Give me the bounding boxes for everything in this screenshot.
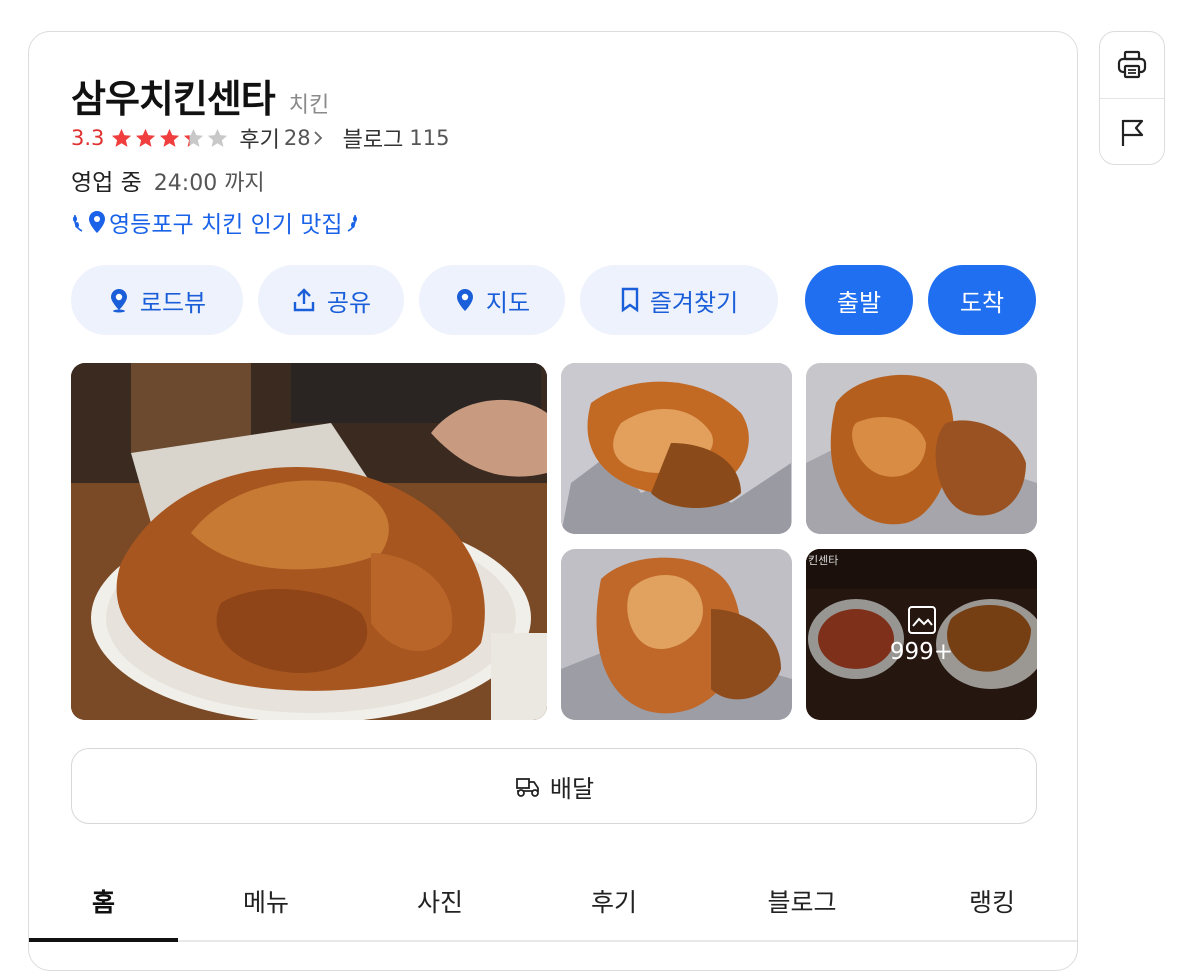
tab-photos[interactable]: 사진: [365, 862, 515, 940]
tab-label: 사진: [416, 888, 463, 917]
tab-label: 메뉴: [242, 888, 289, 917]
blog-link[interactable]: 블로그 115: [343, 122, 450, 154]
tab-home[interactable]: 홈: [29, 862, 178, 942]
place-card: 삼우치킨센타 치킨 3.3 후기 28 블로그 115 영업 중 24:00 까…: [28, 31, 1078, 971]
favorite-label: 즐겨찾기: [649, 288, 739, 317]
more-photos-overlay: 999+: [806, 549, 1037, 720]
roadview-icon: [110, 289, 127, 313]
tab-blog[interactable]: 블로그: [727, 862, 877, 940]
blog-count: 115: [409, 126, 450, 150]
closing-time: 24:00 까지: [153, 171, 265, 196]
arrive-label: 도착: [959, 288, 1005, 317]
printer-icon: [1117, 50, 1147, 79]
flag-icon: [1121, 119, 1144, 146]
map-button[interactable]: 지도: [419, 265, 565, 335]
roadview-label: 로드뷰: [139, 288, 207, 317]
fried-chicken-photo: [71, 363, 547, 720]
chicken-on-foil-photo: [561, 549, 792, 720]
share-icon: [293, 288, 315, 312]
laurel-right-icon: [347, 214, 357, 232]
star-icon: [136, 128, 156, 147]
reviews-label: 후기: [239, 128, 280, 153]
chicken-on-foil-photo: [561, 363, 792, 534]
map-pin-icon: [456, 289, 473, 311]
map-label: 지도: [485, 288, 531, 317]
star-half-icon: [184, 128, 204, 147]
chevron-right-icon: [313, 131, 322, 145]
tab-label: 후기: [590, 888, 637, 917]
place-category: 치킨: [288, 93, 330, 118]
star-icon: [112, 128, 132, 147]
rating-stars: [110, 127, 229, 150]
photo-thumbnail-3[interactable]: [561, 549, 792, 720]
tab-bar: 홈 메뉴 사진 후기 블로그 랭킹: [29, 862, 1077, 942]
print-button[interactable]: [1100, 32, 1164, 98]
delivery-label: 배달: [549, 774, 595, 803]
blog-label: 블로그: [342, 128, 404, 153]
favorite-button[interactable]: 즐겨찾기: [580, 265, 778, 335]
photo-thumbnail-more[interactable]: 999+ 킨센타: [806, 549, 1037, 720]
tab-reviews[interactable]: 후기: [539, 862, 689, 940]
laurel-left-icon: [73, 214, 83, 232]
star-empty-icon: [208, 128, 228, 147]
place-name: 삼우치킨센타: [71, 77, 276, 121]
tab-menu[interactable]: 메뉴: [191, 862, 341, 940]
reviews-count: 28: [283, 126, 311, 150]
tab-label: 랭킹: [968, 888, 1015, 917]
roadview-button[interactable]: 로드뷰: [71, 265, 243, 335]
photo-watermark: 킨센타: [808, 554, 839, 567]
popular-badge[interactable]: 영등포구 치킨 인기 맛집: [71, 205, 359, 239]
badge-label: 영등포구 치킨 인기 맛집: [109, 212, 343, 238]
map-pin-icon: [89, 211, 105, 233]
title-row: 삼우치킨센타 치킨: [71, 68, 329, 123]
tab-ranking[interactable]: 랭킹: [917, 862, 1067, 940]
action-buttons: 로드뷰 공유 지도 즐겨찾기 출발 도착: [71, 265, 1036, 335]
depart-button[interactable]: 출발: [805, 265, 913, 335]
delivery-scooter-icon: [516, 778, 539, 797]
reviews-link[interactable]: 후기 28: [239, 122, 324, 154]
share-button[interactable]: 공유: [258, 265, 404, 335]
depart-label: 출발: [836, 288, 882, 317]
side-toolbar: [1099, 31, 1165, 165]
delivery-button[interactable]: 배달: [71, 748, 1037, 824]
bookmark-icon: [621, 287, 639, 313]
main-photo[interactable]: [71, 363, 547, 720]
hours-row: 영업 중 24:00 까지: [71, 163, 265, 197]
photo-thumbnail-2[interactable]: [806, 363, 1037, 534]
rating-row: 3.3 후기 28 블로그 115: [71, 122, 449, 154]
chicken-on-foil-photo: [806, 363, 1037, 534]
tab-label: 블로그: [767, 888, 837, 917]
gallery-icon: [907, 605, 936, 634]
rating-score: 3.3: [71, 126, 105, 150]
photo-thumbnail-1[interactable]: [561, 363, 792, 534]
report-button[interactable]: [1100, 99, 1164, 165]
more-photos-count: 999+: [889, 638, 954, 665]
star-icon: [160, 128, 180, 147]
open-status: 영업 중: [71, 170, 142, 196]
share-label: 공유: [326, 288, 372, 317]
tab-label: 홈: [91, 888, 115, 917]
arrive-button[interactable]: 도착: [928, 265, 1036, 335]
